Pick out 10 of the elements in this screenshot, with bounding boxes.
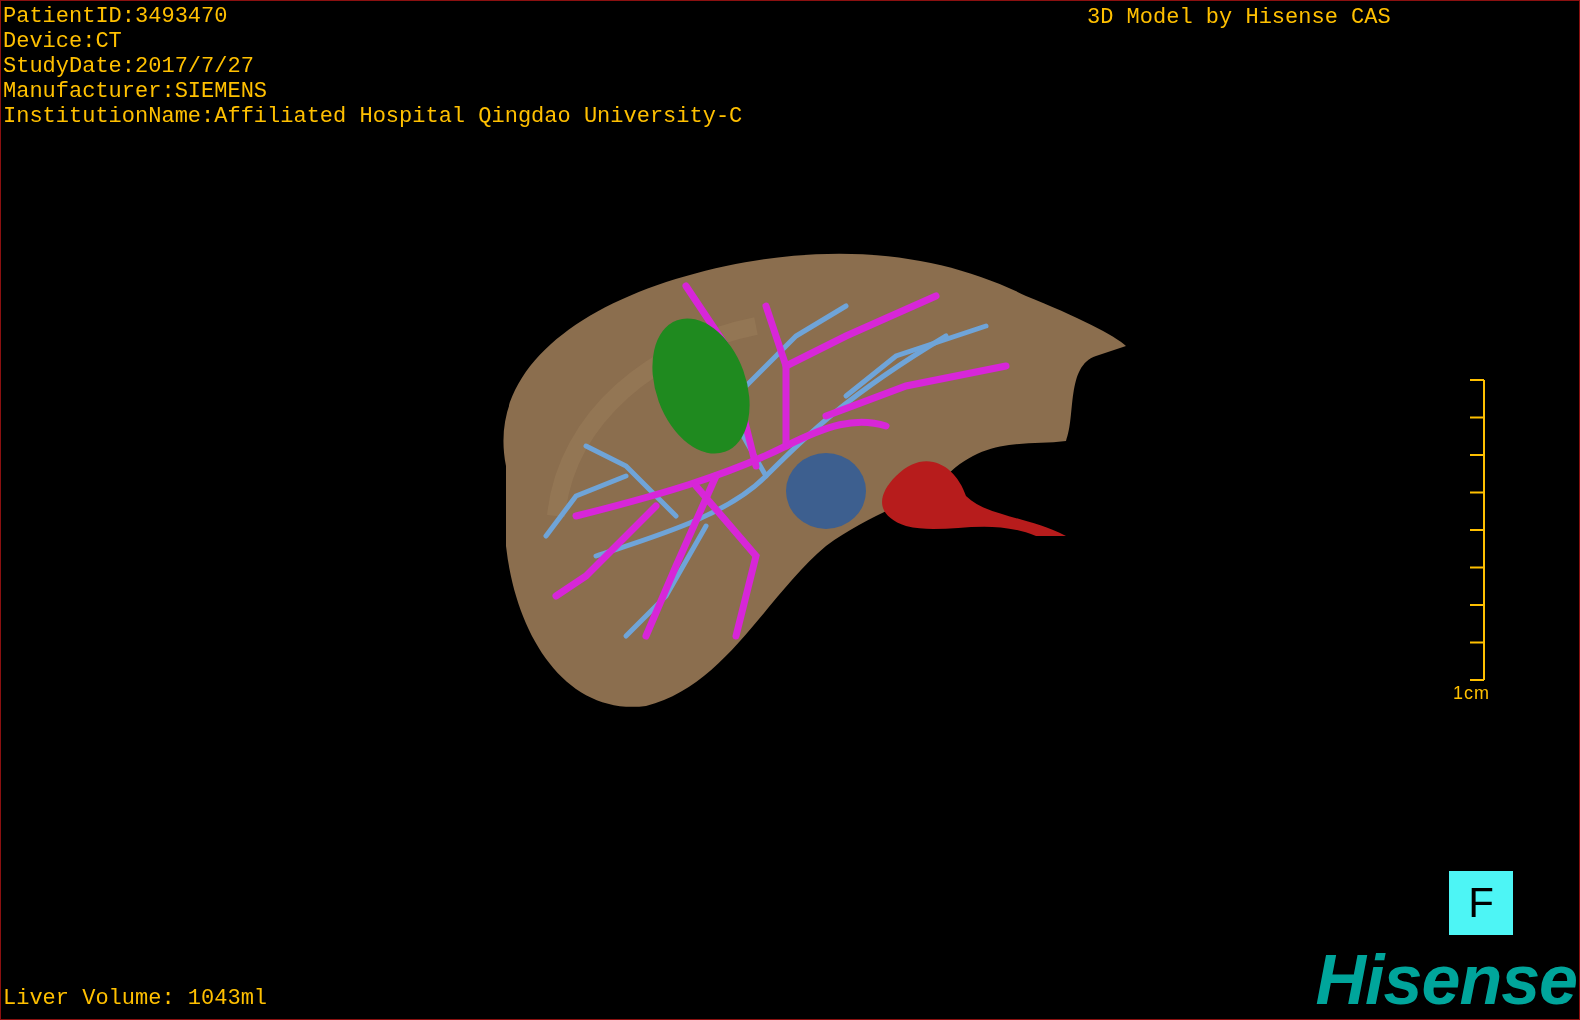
dicom-info-text: Device:CT [3, 29, 123, 54]
dicom-info-text: PatientID:3493470 [3, 4, 229, 29]
scale-label: 1cm [1453, 683, 1490, 704]
logo-text: Hisense [1315, 949, 1577, 1011]
liver-volume-text: Liver Volume: 1043ml [3, 986, 268, 1011]
dicom-info-text: Manufacturer:SIEMENS [3, 79, 269, 104]
view-orientation-button[interactable]: F [1449, 871, 1513, 935]
model-credit-text: 3D Model by Hisense CAS [1087, 5, 1391, 30]
dicom-info-text: InstitutionName:Affiliated Hospital Qingdao University-C [3, 104, 743, 129]
dicom-info-text: StudyDate:2017/7/27 [3, 54, 255, 79]
